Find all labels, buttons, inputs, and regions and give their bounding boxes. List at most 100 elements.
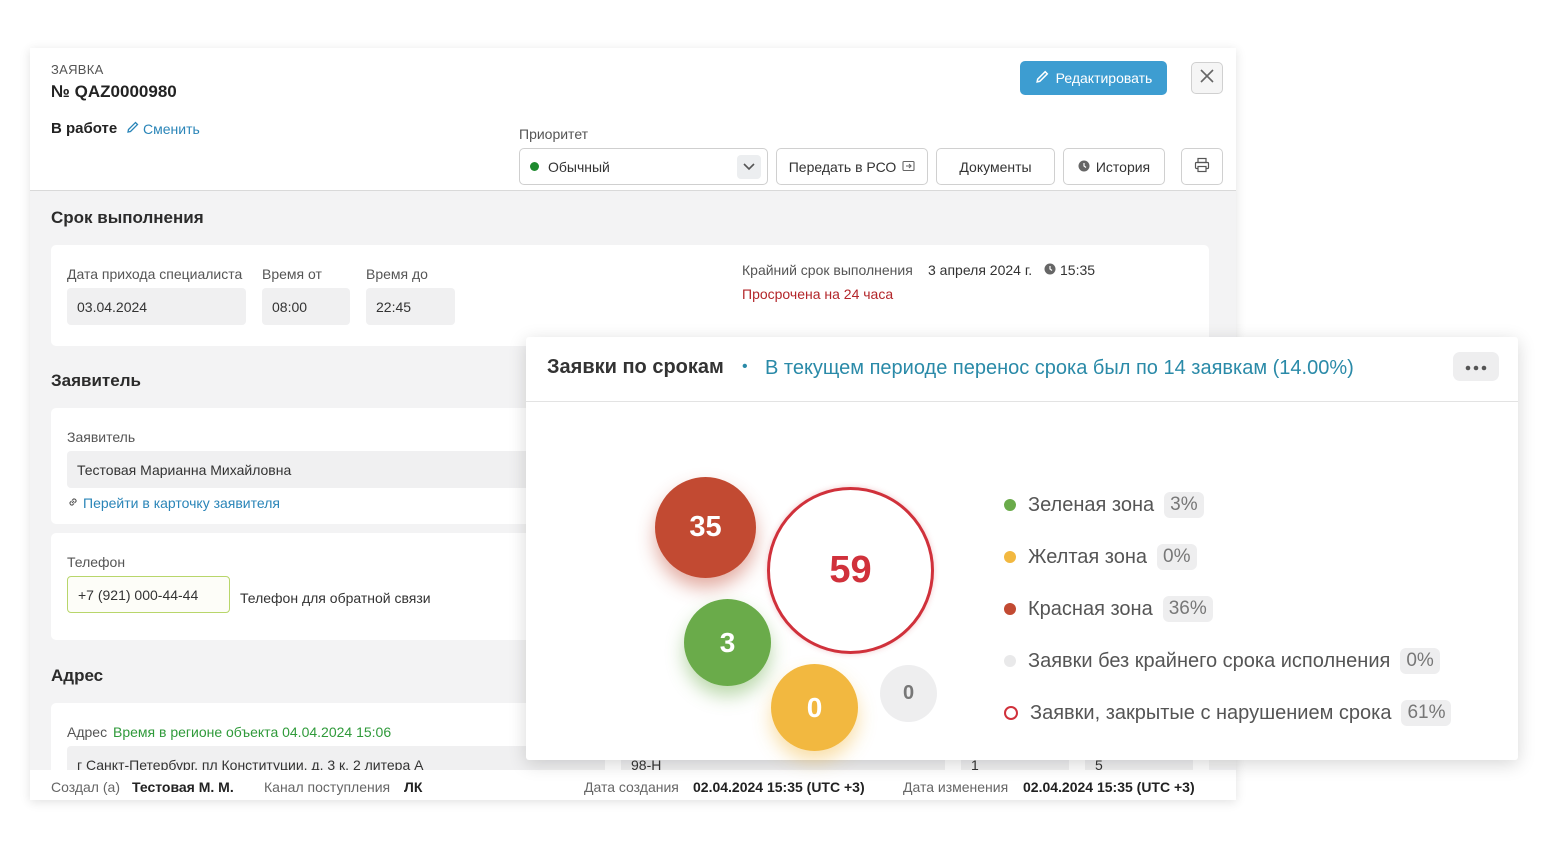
deadline-panel: Дата прихода специалиста 03.04.2024 Врем… bbox=[51, 245, 1209, 346]
overdue-text: Просрочена на 24 часа bbox=[742, 286, 894, 302]
close-icon bbox=[1200, 68, 1214, 88]
time-from-input[interactable]: 08:00 bbox=[262, 288, 350, 325]
yellow-zone-bubble[interactable]: 0 bbox=[771, 664, 858, 751]
legend-percent: 3% bbox=[1164, 492, 1204, 518]
bullet-separator: • bbox=[742, 358, 748, 375]
created-date-label: Дата создания bbox=[584, 779, 679, 795]
ticket-footer: Создал (а) Тестовая М. М. Канал поступле… bbox=[30, 770, 1236, 800]
history-button[interactable]: История bbox=[1063, 148, 1165, 185]
legend-item-no-deadline[interactable]: Заявки без крайнего срока исполнения 0% bbox=[1004, 646, 1440, 676]
channel-name: ЛК bbox=[404, 779, 423, 795]
ticket-kicker: ЗАЯВКА bbox=[51, 62, 104, 77]
modified-date-label: Дата изменения bbox=[903, 779, 1009, 795]
legend-percent: 0% bbox=[1400, 648, 1440, 674]
yellow-zone-count: 0 bbox=[806, 691, 823, 723]
history-button-label: История bbox=[1095, 158, 1151, 175]
more-horizontal-icon bbox=[1465, 358, 1487, 376]
legend-item-yellow[interactable]: Желтая зона 0% bbox=[1004, 542, 1197, 572]
change-status-link[interactable]: Сменить bbox=[126, 120, 200, 137]
legend-label: Заявки без крайнего срока исполнения bbox=[1028, 649, 1391, 672]
priority-select[interactable]: Обычный bbox=[519, 148, 768, 185]
transfer-button[interactable]: Передать в РСО bbox=[776, 148, 928, 185]
applicant-section-title: Заявитель bbox=[51, 371, 141, 390]
ticket-status: В работе bbox=[51, 120, 118, 137]
modified-date: 02.04.2024 15:35 (UTC +3) bbox=[1023, 779, 1195, 795]
link-icon bbox=[67, 495, 79, 511]
chevron-down-icon bbox=[737, 155, 761, 179]
edit-button-label: Редактировать bbox=[1055, 70, 1153, 86]
documents-button-label: Документы bbox=[959, 158, 1032, 175]
legend-dot bbox=[1004, 551, 1016, 563]
closed-violation-count: 59 bbox=[829, 549, 872, 591]
green-zone-bubble[interactable]: 3 bbox=[684, 599, 771, 686]
legend-percent: 61% bbox=[1401, 700, 1452, 726]
no-deadline-count: 0 bbox=[902, 682, 915, 704]
legend-label: Желтая зона bbox=[1028, 545, 1148, 568]
address-section-title: Адрес bbox=[51, 666, 104, 685]
phone-label: Телефон bbox=[67, 554, 126, 570]
created-date-value: 02.04.2024 15:35 (UTC +3) bbox=[693, 779, 865, 795]
deadline-section-title: Срок выполнения bbox=[51, 208, 204, 227]
legend-label: Зеленая зона bbox=[1028, 493, 1155, 516]
region-time: Время в регионе объекта 04.04.2024 15:06 bbox=[113, 724, 392, 740]
phone-input[interactable]: +7 (921) 000-44-44 bbox=[67, 576, 230, 613]
legend-dot bbox=[1004, 499, 1016, 511]
applicant-card-link[interactable]: Перейти в карточку заявителя bbox=[67, 495, 280, 511]
legend-item-red[interactable]: Красная зона 36% bbox=[1004, 594, 1213, 624]
time-to-label: Время до bbox=[366, 266, 428, 282]
arrival-date-label: Дата прихода специалиста bbox=[67, 266, 243, 282]
transfer-button-label: Передать в РСО bbox=[788, 158, 897, 175]
legend-label: Заявки, закрытые с нарушением срока bbox=[1030, 701, 1392, 724]
change-status-label: Сменить bbox=[143, 120, 200, 137]
priority-value: Обычный bbox=[548, 158, 610, 175]
printer-icon bbox=[1194, 157, 1210, 176]
created-by-label: Создал (а) bbox=[51, 779, 120, 795]
legend-ring bbox=[1004, 706, 1018, 720]
legend-percent: 0% bbox=[1157, 544, 1197, 570]
applicant-card-link-label: Перейти в карточку заявителя bbox=[83, 495, 280, 511]
close-button[interactable] bbox=[1191, 62, 1223, 94]
print-button[interactable] bbox=[1181, 148, 1223, 185]
documents-button[interactable]: Документы bbox=[936, 148, 1055, 185]
address-label: Адрес bbox=[67, 724, 108, 740]
applicant-label: Заявитель bbox=[67, 429, 136, 445]
pencil-icon bbox=[126, 120, 140, 137]
clock-icon bbox=[1044, 262, 1056, 278]
legend-dot bbox=[1004, 655, 1016, 667]
red-zone-count: 35 bbox=[689, 511, 722, 543]
final-deadline-time: 15:35 bbox=[1044, 262, 1095, 278]
final-deadline-date: 3 апреля 2024 г. bbox=[928, 262, 1033, 278]
green-zone-count: 3 bbox=[719, 626, 736, 658]
external-icon bbox=[902, 159, 915, 175]
created-by-name: Тестовая М. М. bbox=[132, 779, 234, 795]
widget-header: Заявки по срокам • В текущем периоде пер… bbox=[526, 337, 1518, 402]
phone-note: Телефон для обратной связи bbox=[240, 590, 431, 606]
time-from-label: Время от bbox=[262, 266, 322, 282]
time-to-input[interactable]: 22:45 bbox=[366, 288, 455, 325]
closed-violation-bubble[interactable]: 59 bbox=[767, 487, 934, 654]
channel-label: Канал поступления bbox=[264, 779, 391, 795]
red-zone-bubble[interactable]: 35 bbox=[655, 477, 756, 578]
deadline-stats-widget: Заявки по срокам • В текущем периоде пер… bbox=[526, 337, 1518, 760]
more-options-button[interactable] bbox=[1453, 352, 1499, 381]
legend-percent: 36% bbox=[1162, 596, 1213, 622]
channel-value: ЛК bbox=[404, 779, 422, 795]
ticket-number: № QAZ0000980 bbox=[51, 82, 177, 101]
final-deadline-label: Крайний срок выполнения bbox=[742, 262, 913, 278]
ticket-header: ЗАЯВКА № QAZ0000980 В работе Сменить Ред… bbox=[30, 48, 1236, 191]
arrival-date-input[interactable]: 03.04.2024 bbox=[67, 288, 246, 325]
pencil-icon bbox=[1035, 69, 1050, 87]
no-deadline-bubble[interactable]: 0 bbox=[880, 665, 937, 722]
widget-title: Заявки по срокам bbox=[547, 356, 724, 378]
legend-dot bbox=[1004, 603, 1016, 615]
legend-item-green[interactable]: Зеленая зона 3% bbox=[1004, 490, 1204, 520]
legend-item-closed-violation[interactable]: Заявки, закрытые с нарушением срока 61% bbox=[1004, 698, 1452, 728]
created-date: 02.04.2024 15:35 (UTC +3) bbox=[693, 779, 865, 795]
widget-subtitle[interactable]: В текущем периоде перенос срока был по 1… bbox=[765, 357, 1354, 380]
clock-icon bbox=[1078, 159, 1090, 175]
edit-button[interactable]: Редактировать bbox=[1020, 61, 1167, 95]
priority-dot bbox=[530, 162, 539, 171]
created-by-value: Тестовая М. М. bbox=[132, 779, 234, 795]
priority-label: Приоритет bbox=[519, 126, 589, 142]
modified-date-value: 02.04.2024 15:35 (UTC +3) bbox=[1023, 779, 1195, 795]
